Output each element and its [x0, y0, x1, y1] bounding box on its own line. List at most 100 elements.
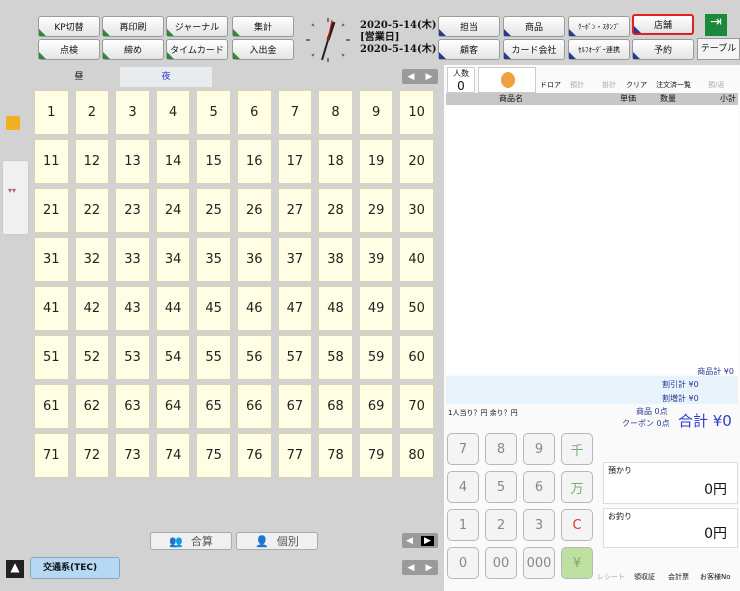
table-cell[interactable]: 48 [318, 286, 353, 331]
key-9[interactable]: 2 [485, 509, 517, 541]
table-cell[interactable]: 16 [236, 139, 272, 184]
staff-button[interactable]: 担当 [438, 16, 500, 37]
table-cell[interactable]: 5 [196, 90, 231, 135]
table-cell[interactable]: 67 [277, 384, 313, 429]
table-cell[interactable]: 56 [236, 335, 272, 380]
table-cell[interactable]: 80 [399, 433, 434, 478]
people-box[interactable]: 人数 0 [447, 67, 475, 93]
coupon-stamp-button[interactable]: ｸｰﾎﾟﾝ・ｽﾀﾝﾌﾟ [568, 16, 630, 37]
table-cell[interactable]: 59 [358, 335, 394, 380]
table-cell[interactable]: 69 [358, 384, 394, 429]
table-cell[interactable]: 74 [155, 433, 191, 478]
table-cell[interactable]: 50 [399, 286, 434, 331]
table-cell[interactable]: 65 [196, 384, 231, 429]
tab-nav-arrows[interactable]: ◀ ▶ [402, 69, 438, 84]
table-cell[interactable]: 49 [358, 286, 394, 331]
table-cell[interactable]: 78 [318, 433, 353, 478]
key-0[interactable]: 7 [447, 433, 479, 465]
inspect-button[interactable]: 点検 [38, 39, 100, 60]
close-button[interactable]: 締め [102, 39, 164, 60]
table-cell[interactable]: 14 [155, 139, 191, 184]
table-cell[interactable]: 60 [399, 335, 434, 380]
table-cell[interactable]: 77 [277, 433, 313, 478]
exit-icon[interactable]: ⇥ [705, 14, 727, 36]
table-cell[interactable]: 17 [277, 139, 313, 184]
table-cell[interactable]: 12 [74, 139, 110, 184]
key-7[interactable]: 万 [561, 471, 593, 503]
customer-icon-box[interactable] [478, 67, 536, 93]
table-cell[interactable]: 76 [236, 433, 272, 478]
bill-icon[interactable]: 会計票 [668, 572, 689, 582]
transit-ic-button[interactable]: 交通系(TEC) [30, 557, 120, 579]
key-11[interactable]: C [561, 509, 593, 541]
table-cell[interactable]: 6 [236, 90, 272, 135]
drawer-icon[interactable]: ドロア [540, 80, 561, 90]
table-cell[interactable]: 3 [115, 90, 150, 135]
customer-no-icon[interactable]: お客様No [700, 572, 731, 582]
table-cell[interactable]: 2 [74, 90, 110, 135]
table-cell[interactable]: 26 [236, 188, 272, 233]
table-cell[interactable]: 38 [318, 237, 353, 282]
table-cell[interactable]: 40 [399, 237, 434, 282]
self-order-button[interactable]: ｾﾙﾌｵｰﾀﾞｰ連携 [568, 39, 630, 60]
next-arrow-icon[interactable]: ▶ [426, 563, 433, 573]
table-cell[interactable]: 8 [318, 90, 353, 135]
charge-icon[interactable]: 掛計 [602, 80, 616, 90]
table-cell[interactable]: 4 [155, 90, 191, 135]
table-cell[interactable]: 18 [318, 139, 353, 184]
table-cell[interactable]: 20 [399, 139, 434, 184]
table-cell[interactable]: 19 [358, 139, 394, 184]
table-cell[interactable]: 27 [277, 188, 313, 233]
order-list[interactable] [446, 106, 738, 374]
table-cell[interactable]: 7 [277, 90, 313, 135]
receipt-icon[interactable]: レシート [597, 572, 625, 582]
tab-day[interactable]: 昼 [34, 68, 124, 86]
tab-night[interactable]: 夜 [120, 67, 212, 87]
table-cell[interactable]: 72 [74, 433, 110, 478]
table-cell[interactable]: 36 [236, 237, 272, 282]
key-15[interactable]: ¥ [561, 547, 593, 579]
table-cell[interactable]: 71 [34, 433, 69, 478]
table-cell[interactable]: 62 [74, 384, 110, 429]
table-cell[interactable]: 10 [399, 90, 434, 135]
deposit-icon[interactable]: 預計 [570, 80, 584, 90]
page-nav-arrows[interactable]: ◀ ▶ [402, 533, 438, 548]
table-cell[interactable]: 61 [34, 384, 69, 429]
settle-button[interactable]: 👥 合算 [150, 532, 232, 550]
table-cell[interactable]: 9 [358, 90, 394, 135]
table-cell[interactable]: 79 [358, 433, 394, 478]
table-cell[interactable]: 53 [115, 335, 150, 380]
key-3[interactable]: 千 [561, 433, 593, 465]
table-cell[interactable]: 35 [196, 237, 231, 282]
card-company-button[interactable]: カード会社 [503, 39, 565, 60]
table-cell[interactable]: 37 [277, 237, 313, 282]
deposit-box[interactable]: 預かり 0円 [603, 462, 738, 504]
cash-inout-button[interactable]: 入出金 [232, 39, 294, 60]
individual-button[interactable]: 👤 個別 [236, 532, 318, 550]
official-receipt-icon[interactable]: 領収証 [634, 572, 655, 582]
table-cell[interactable]: 34 [155, 237, 191, 282]
table-cell[interactable]: 44 [155, 286, 191, 331]
table-cell[interactable]: 33 [115, 237, 150, 282]
store-button[interactable]: 店舗 [632, 14, 694, 35]
aggregate-button[interactable]: 集計 [232, 16, 294, 37]
bottom-nav-arrows[interactable]: ◀ ▶ [402, 560, 438, 575]
table-cell[interactable]: 66 [236, 384, 272, 429]
table-cell[interactable]: 63 [115, 384, 150, 429]
prev-arrow-icon[interactable]: ◀ [408, 72, 415, 82]
table-cell[interactable]: 46 [236, 286, 272, 331]
scroll-top-icon[interactable]: ▲ [6, 560, 24, 578]
reservation-button[interactable]: 予約 [632, 39, 694, 60]
table-cell[interactable]: 28 [318, 188, 353, 233]
table-cell[interactable]: 58 [318, 335, 353, 380]
table-tab[interactable]: テーブル [697, 38, 740, 60]
table-cell[interactable]: 13 [115, 139, 150, 184]
customer-button[interactable]: 顧客 [438, 39, 500, 60]
table-cell[interactable]: 41 [34, 286, 69, 331]
clear-icon[interactable]: クリア [626, 80, 647, 90]
table-cell[interactable]: 25 [196, 188, 231, 233]
table-cell[interactable]: 45 [196, 286, 231, 331]
table-cell[interactable]: 51 [34, 335, 69, 380]
prev-arrow-icon[interactable]: ◀ [408, 563, 415, 573]
beer-icon[interactable] [6, 116, 20, 130]
